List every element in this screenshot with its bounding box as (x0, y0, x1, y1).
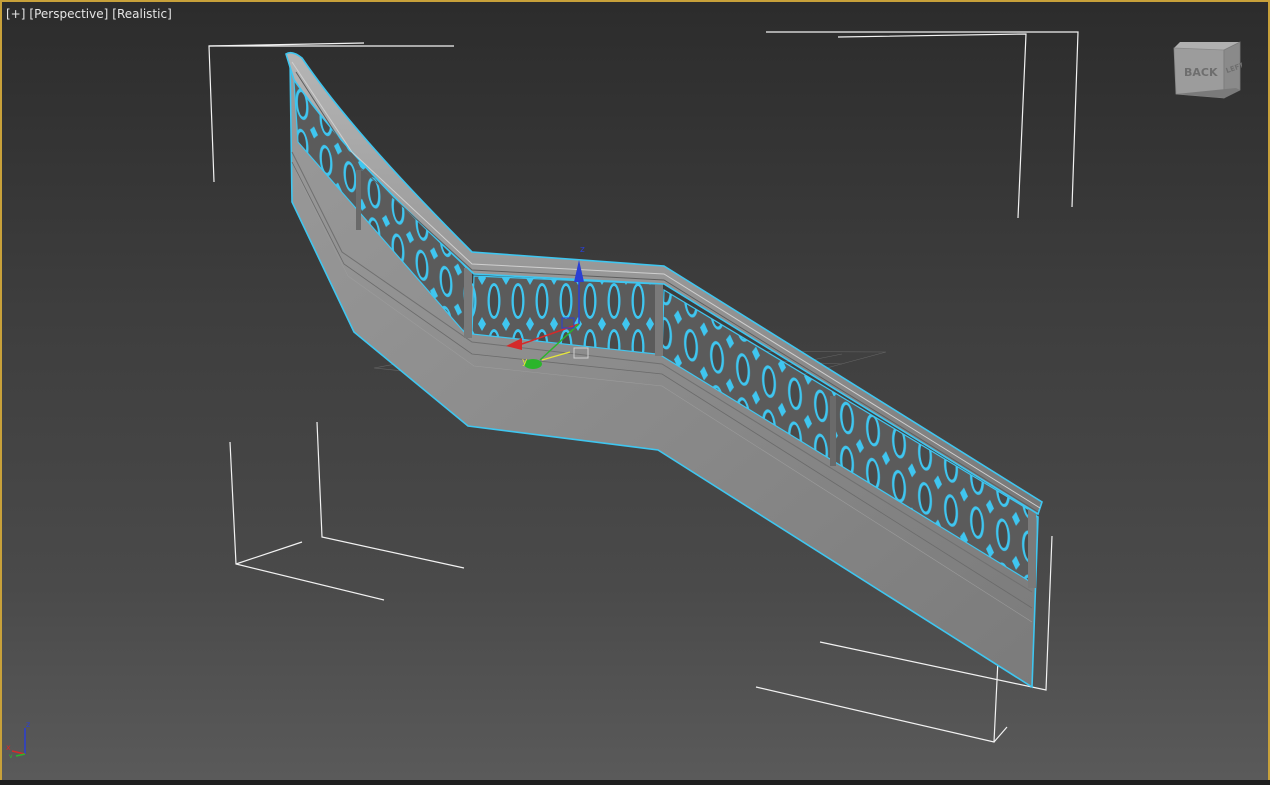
scene-canvas[interactable]: z y (2, 2, 1268, 780)
gizmo-y-label: y (522, 357, 528, 367)
perspective-viewport[interactable]: [+] [Perspective] [Realistic] z y BACK L… (0, 0, 1270, 782)
viewcube-icon[interactable]: BACK LEFT (1170, 38, 1242, 104)
viewport-bottom-strip (0, 780, 1270, 785)
tripod-z-label: z (26, 720, 30, 729)
stair-stringer-wall[interactable] (289, 54, 1039, 689)
viewcube-back-label: BACK (1184, 66, 1218, 79)
axis-tripod-icon: z x y (6, 720, 30, 758)
gizmo-z-label: z (580, 245, 585, 255)
tripod-y-label: y (9, 753, 13, 758)
tripod-x-label: x (6, 743, 11, 752)
